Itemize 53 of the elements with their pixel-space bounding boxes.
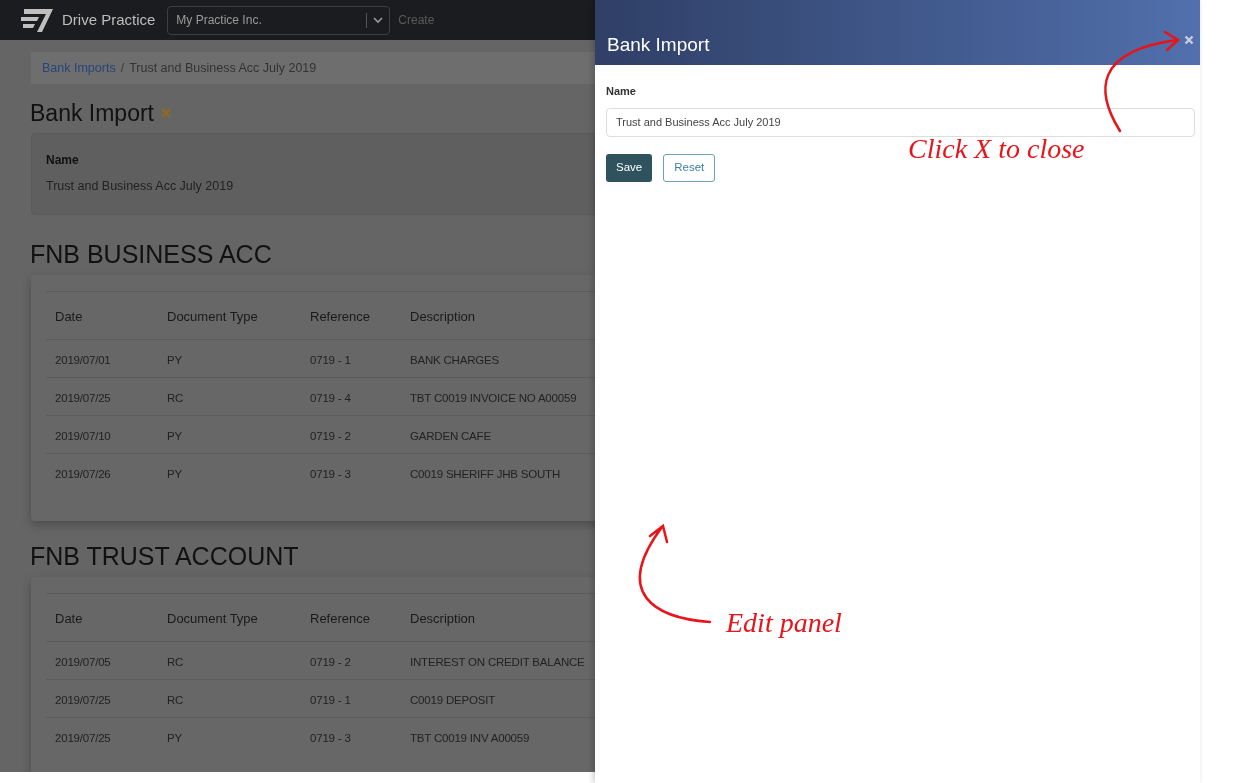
table-cell: 0719 - 2 (310, 655, 351, 668)
table-cell: 2019/07/25 (55, 693, 111, 706)
column-header: Description (410, 610, 476, 626)
practice-select[interactable]: My Practice Inc. (167, 5, 391, 35)
annotation-text: Edit panel (726, 606, 842, 640)
table-cell: 0719 - 4 (310, 391, 351, 404)
chevron-down-icon (373, 16, 384, 24)
field-value: Trust and Business Acc July 2019 (46, 178, 234, 195)
table-cell: 2019/07/25 (55, 731, 111, 744)
table-cell: PY (167, 467, 182, 480)
table-cell: PY (167, 731, 182, 744)
logo-icon (20, 7, 54, 33)
field-label: Name (606, 84, 636, 99)
save-button[interactable]: Save (606, 153, 653, 182)
table-cell: 0719 - 2 (310, 429, 351, 442)
table-cell: BANK CHARGES (410, 353, 499, 366)
table-cell: C0019 SHERIFF JHB SOUTH (410, 467, 561, 480)
table-cell: 2019/07/05 (55, 655, 111, 668)
table-cell: 2019/07/26 (55, 467, 111, 480)
section-heading: FNB TRUST ACCOUNT (30, 541, 300, 571)
breadcrumb-current: Trust and Business Acc July 2019 (129, 59, 317, 77)
table-cell: 2019/07/25 (55, 391, 111, 404)
column-header: Document Type (167, 610, 258, 626)
breadcrumb-separator: / (120, 59, 125, 77)
table-cell: 2019/07/10 (55, 429, 111, 442)
table-cell: PY (167, 429, 182, 442)
column-header: Date (55, 308, 83, 324)
table-cell: TBT C0019 INV A00059 (410, 731, 530, 744)
table-cell: TBT C0019 INVOICE NO A00059 (410, 391, 577, 404)
table-cell: 2019/07/01 (55, 353, 111, 366)
table-cell: RC (167, 693, 184, 706)
page-title: Bank Import (30, 98, 154, 128)
table-cell: 0719 - 1 (310, 693, 351, 706)
field-label: Name (46, 152, 79, 169)
column-header: Reference (310, 308, 370, 324)
column-header: Reference (310, 610, 370, 626)
table-cell: 0719 - 3 (310, 467, 351, 480)
table-cell: 0719 - 1 (310, 353, 351, 366)
reset-button[interactable]: Reset (663, 153, 716, 182)
table-cell: RC (167, 391, 184, 404)
table-cell: RC (167, 655, 184, 668)
table-cell: PY (167, 353, 182, 366)
section-heading: FNB BUSINESS ACC (30, 239, 273, 269)
column-header: Date (55, 610, 83, 626)
column-header: Description (410, 308, 476, 324)
table-cell: 0719 - 3 (310, 731, 351, 744)
table-cell: GARDEN CAFE (410, 429, 491, 442)
panel-title: Bank Import (607, 32, 710, 57)
table-cell: INTEREST ON CREDIT BALANCE (410, 655, 585, 668)
name-input[interactable]: Trust and Business Acc July 2019 (606, 107, 1195, 137)
brand-name: Drive Practice (62, 9, 156, 30)
column-header: Document Type (167, 308, 258, 324)
table-cell: C0019 DEPOSIT (410, 693, 495, 706)
